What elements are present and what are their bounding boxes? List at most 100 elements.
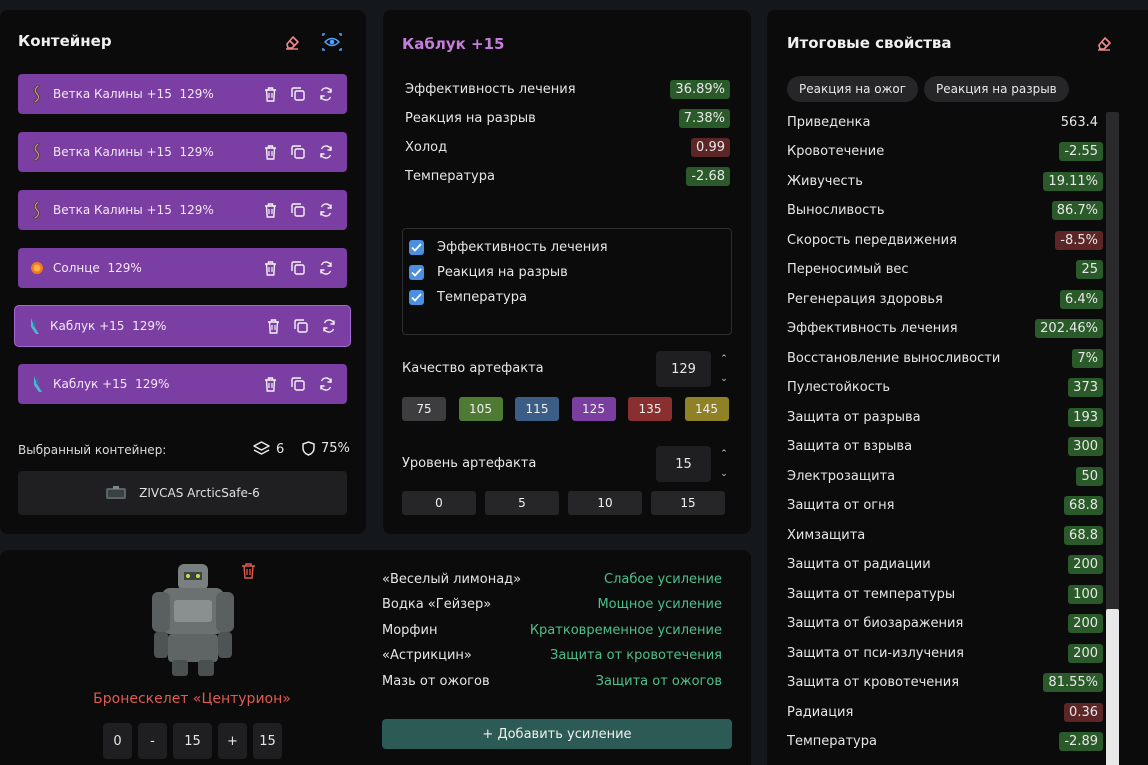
boost-name: «Веселый лимонад» <box>382 571 522 587</box>
quality-preset-button[interactable]: 75 <box>402 397 446 421</box>
stat-name: Холод <box>405 139 448 155</box>
total-stat-name: Живучесть <box>787 173 863 189</box>
eraser-icon[interactable] <box>281 31 303 53</box>
refresh-icon[interactable] <box>317 375 335 393</box>
total-stat-name: Защита от кровотечения <box>787 675 960 690</box>
level-min-button[interactable]: 0 <box>103 723 132 759</box>
eraser-icon[interactable] <box>1093 32 1115 54</box>
trash-icon[interactable] <box>261 143 279 161</box>
container-item[interactable]: Солнце 129% <box>18 248 347 288</box>
trash-icon[interactable] <box>237 560 259 582</box>
tag-burn-reaction[interactable]: Реакция на ожог <box>787 76 919 102</box>
level-decrease-button[interactable]: - <box>138 723 167 759</box>
chevron-down-icon[interactable]: ⌄ <box>720 374 728 384</box>
copy-icon[interactable] <box>289 143 307 161</box>
quality-preset-button[interactable]: 125 <box>571 397 616 421</box>
total-stat-name: Эффективность лечения <box>787 321 958 336</box>
quality-preset-button[interactable]: 105 <box>458 397 503 421</box>
copy-icon[interactable] <box>292 317 310 335</box>
checkbox-checked-icon[interactable] <box>409 265 424 280</box>
total-stat-value: 100 <box>1068 584 1103 604</box>
copy-icon[interactable] <box>289 375 307 393</box>
copy-icon[interactable] <box>289 85 307 103</box>
boost-effect: Защита от кровотечения <box>549 648 722 663</box>
refresh-icon[interactable] <box>317 85 335 103</box>
checklist-label: Реакция на разрыв <box>437 265 568 280</box>
boost-row[interactable]: Водка «Гейзер» Мощное усиление <box>382 594 722 616</box>
total-stat-value: 200 <box>1068 555 1103 574</box>
boost-row[interactable]: «Веселый лимонад» Слабое усиление <box>382 568 722 590</box>
refresh-icon[interactable] <box>317 201 335 219</box>
container-case-icon <box>106 486 127 499</box>
artifact-stat-row: Реакция на разрыв 7.38% <box>405 107 730 129</box>
container-item[interactable]: Каблук +15 129% <box>18 364 347 404</box>
level-input[interactable]: 15 <box>656 446 711 482</box>
trash-icon[interactable] <box>261 375 279 393</box>
chevron-up-icon[interactable]: ⌃ <box>720 449 728 459</box>
refresh-icon[interactable] <box>317 143 335 161</box>
checklist-item[interactable]: Эффективность лечения <box>403 235 731 260</box>
refresh-icon[interactable] <box>317 259 335 277</box>
container-item[interactable]: Ветка Калины +15 129% <box>18 74 347 114</box>
container-item-label: Ветка Калины +15 129% <box>53 87 214 101</box>
checkbox-checked-icon[interactable] <box>409 240 424 255</box>
protection-value-group: 75% <box>302 441 350 456</box>
total-stat-value: 200 <box>1068 614 1103 633</box>
quality-preset-button[interactable]: 135 <box>628 397 672 421</box>
eye-icon[interactable] <box>321 31 343 53</box>
quality-preset-button[interactable]: 145 <box>684 397 729 421</box>
level-preset-button[interactable]: 10 <box>568 491 642 515</box>
armor-image <box>148 560 238 680</box>
refresh-icon[interactable] <box>320 317 338 335</box>
total-stat-name: Защита от взрыва <box>787 439 913 454</box>
container-item[interactable]: Каблук +15 129% <box>15 306 350 346</box>
quality-preset-button[interactable]: 115 <box>515 397 559 421</box>
total-stat-row: Защита от биозаражения 200 <box>787 612 1103 636</box>
artifact-stat-row: Эффективность лечения 36.89% <box>405 78 730 100</box>
stat-value: 7.38% <box>678 108 730 128</box>
level-increase-button[interactable]: + <box>218 723 247 759</box>
boost-row[interactable]: «Астрикцин» Защита от кровотечения <box>382 645 722 667</box>
boost-row[interactable]: Морфин Кратковременное усиление <box>382 619 722 641</box>
level-preset-button[interactable]: 5 <box>485 491 559 515</box>
container-item-label: Каблук +15 129% <box>53 377 170 391</box>
quality-spinner[interactable]: ⌃ ⌄ <box>718 354 730 384</box>
copy-icon[interactable] <box>289 201 307 219</box>
level-preset-button[interactable]: 15 <box>651 491 725 515</box>
chevron-down-icon[interactable]: ⌄ <box>720 469 728 479</box>
tag-tear-reaction[interactable]: Реакция на разрыв <box>924 76 1069 102</box>
slots-value: 6 <box>276 441 285 457</box>
totals-scrollbar[interactable] <box>1106 112 1119 765</box>
armor-level-input[interactable]: 15 <box>173 723 212 759</box>
level-spinner[interactable]: ⌃ ⌄ <box>718 449 730 479</box>
total-stat-name: Регенерация здоровья <box>787 291 943 307</box>
boost-name: Мазь от ожогов <box>382 673 490 689</box>
boost-effect: Кратковременное усиление <box>529 622 722 638</box>
quality-input[interactable]: 129 <box>656 351 711 387</box>
chevron-up-icon[interactable]: ⌃ <box>720 354 728 364</box>
container-selector[interactable]: ZIVCAS ArcticSafe-6 <box>18 471 347 515</box>
level-max-button[interactable]: 15 <box>253 723 282 759</box>
scrollbar-thumb[interactable] <box>1106 609 1119 765</box>
total-stat-value: 6.4% <box>1059 289 1103 309</box>
level-preset-button[interactable]: 0 <box>402 491 476 515</box>
total-stat-value: 193 <box>1068 407 1103 427</box>
artifact-stat-row: Температура -2.68 <box>405 165 730 187</box>
container-item[interactable]: Ветка Калины +15 129% <box>18 132 347 172</box>
checkbox-checked-icon[interactable] <box>409 290 424 305</box>
trash-icon[interactable] <box>261 85 279 103</box>
total-stat-value: -2.55 <box>1059 142 1103 161</box>
boost-effect: Защита от ожогов <box>595 673 722 689</box>
boost-row[interactable]: Мазь от ожогов Защита от ожогов <box>382 670 722 692</box>
total-stat-row: Защита от взрыва 300 <box>787 435 1103 459</box>
add-boost-button[interactable]: + Добавить усиление <box>382 719 732 749</box>
totals-panel: Итоговые свойства Реакция на ожог Реакци… <box>767 10 1148 765</box>
trash-icon[interactable] <box>264 317 282 335</box>
trash-icon[interactable] <box>261 201 279 219</box>
checklist-item[interactable]: Реакция на разрыв <box>403 260 731 285</box>
checklist-item[interactable]: Температура <box>403 285 731 310</box>
total-stat-value: 7% <box>1072 348 1103 368</box>
copy-icon[interactable] <box>289 259 307 277</box>
container-item[interactable]: Ветка Калины +15 129% <box>18 190 347 230</box>
trash-icon[interactable] <box>261 259 279 277</box>
